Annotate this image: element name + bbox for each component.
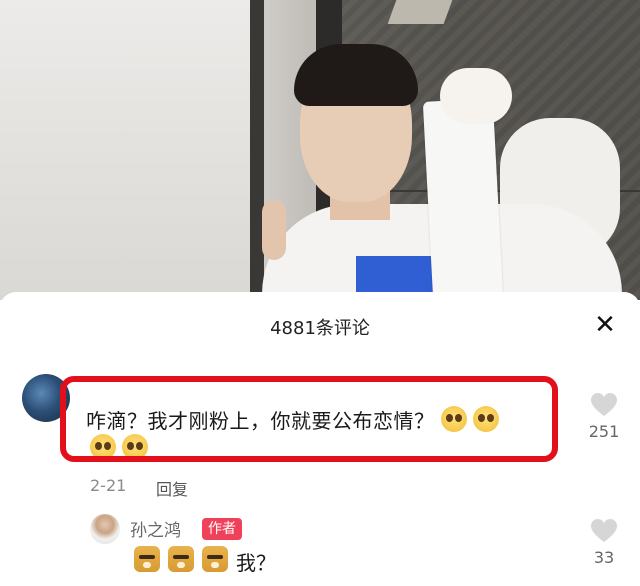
video-wall [0, 0, 258, 300]
app-screen: 4881条评论 ✕ 咋滴？我才刚粉上，你就要公布恋情？ 2-21 回复 251 … [0, 0, 640, 586]
heart-icon [590, 392, 618, 418]
highlight-annotation-box [60, 376, 558, 462]
video-player[interactable] [0, 0, 640, 300]
video-tissue-paper [422, 98, 504, 300]
reply-text: 我？ [236, 551, 276, 575]
comments-sheet: 4881条评论 ✕ 咋滴？我才刚粉上，你就要公布恋情？ 2-21 回复 251 … [0, 292, 640, 586]
video-person-hand-left [262, 200, 286, 260]
reply-author-name[interactable]: 孙之鸿 [130, 516, 181, 541]
reply-like-button[interactable]: 33 [586, 518, 622, 567]
author-avatar[interactable] [90, 514, 120, 544]
author-badge: 作者 [202, 518, 242, 540]
heart-icon [590, 518, 618, 544]
doge-emoji-icon [134, 546, 160, 572]
comment-like-button[interactable]: 251 [586, 392, 622, 441]
video-person-hand [440, 68, 512, 124]
video-person-hair [294, 44, 418, 106]
reply-body: 我？ [134, 546, 276, 580]
doge-emoji-icon [168, 546, 194, 572]
reply-like-count: 33 [593, 548, 615, 567]
comments-count-title: 4881条评论 [270, 318, 370, 339]
doge-emoji-icon [202, 546, 228, 572]
close-icon[interactable]: ✕ [590, 310, 620, 340]
video-lamp [387, 0, 453, 24]
comment-date: 2-21 [90, 476, 127, 495]
video-door-frame [250, 0, 264, 300]
reply-button[interactable]: 回复 [156, 476, 188, 500]
comment-like-count: 251 [588, 422, 620, 441]
